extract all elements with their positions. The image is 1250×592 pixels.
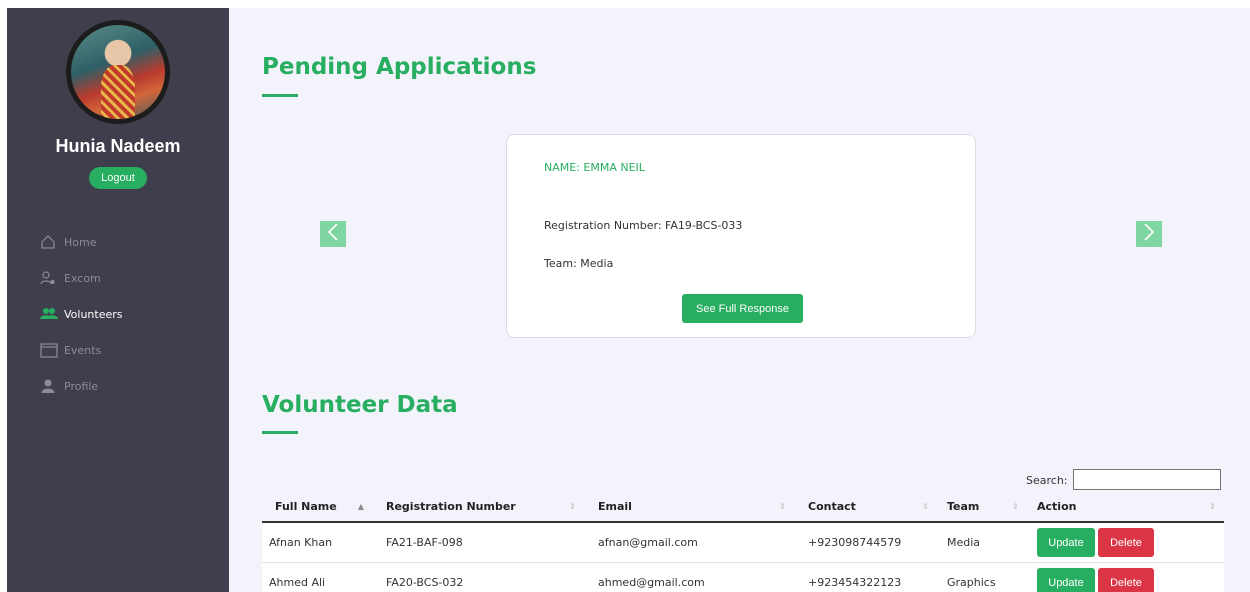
- cell-email: ahmed@gmail.com: [598, 576, 705, 589]
- title-underline: [262, 94, 298, 97]
- sidebar-item-label: Home: [64, 235, 97, 249]
- user-name: Hunia Nadeem: [55, 136, 181, 156]
- delete-button[interactable]: Delete: [1098, 568, 1154, 592]
- sort-icon: ⇕: [1209, 502, 1216, 511]
- sidebar-item-label: Excom: [64, 271, 101, 285]
- cell-team: Graphics: [947, 576, 996, 589]
- search-input[interactable]: [1073, 469, 1221, 490]
- logout-button[interactable]: Logout: [89, 167, 147, 189]
- cell-email: afnan@gmail.com: [598, 536, 698, 549]
- volunteer-data-title: Volunteer Data: [262, 392, 458, 418]
- cell-team: Media: [947, 536, 981, 549]
- sidebar-item-volunteers[interactable]: Volunteers: [40, 296, 123, 332]
- main-content: Pending Applications NAME: EMMA NEIL Reg…: [229, 8, 1250, 592]
- volunteer-table: Full Name ▲ Registration Number ⇕ Email …: [262, 492, 1224, 592]
- column-team[interactable]: Team ⇕: [937, 491, 1027, 522]
- chevron-left-icon: [326, 222, 340, 247]
- cell-action: Update Delete: [1027, 568, 1224, 592]
- cell-full-name: Afnan Khan: [269, 536, 333, 549]
- cell-registration-number: FA21-BAF-098: [386, 536, 463, 549]
- column-email[interactable]: Email ⇕: [584, 491, 794, 522]
- carousel-next-button[interactable]: [1136, 221, 1162, 247]
- sidebar-item-home[interactable]: Home: [40, 224, 123, 260]
- sidebar-item-label: Profile: [64, 379, 99, 393]
- chevron-right-icon: [1142, 222, 1156, 247]
- see-full-response-button[interactable]: See Full Response: [682, 294, 803, 323]
- column-full-name[interactable]: Full Name ▲: [262, 491, 372, 522]
- group-icon: [40, 306, 58, 322]
- sidebar-item-events[interactable]: Events: [40, 332, 123, 368]
- cell-contact: +923454322123: [808, 576, 902, 589]
- sidebar: Hunia Nadeem Logout Home Excom Volunteer…: [7, 8, 229, 592]
- sidebar-nav: Home Excom Volunteers Events Profile: [40, 224, 123, 404]
- column-contact[interactable]: Contact ⇕: [794, 491, 937, 522]
- table-row: Ahmed Ali FA20-BCS-032 ahmed@gmail.com +…: [262, 563, 1224, 592]
- avatar: [66, 20, 170, 124]
- title-underline: [262, 431, 298, 434]
- table-header: Full Name ▲ Registration Number ⇕ Email …: [262, 492, 1224, 523]
- sidebar-item-profile[interactable]: Profile: [40, 368, 123, 404]
- sidebar-item-excom[interactable]: Excom: [40, 260, 123, 296]
- calendar-icon: [40, 342, 58, 358]
- sort-icon: ⇕: [569, 502, 576, 511]
- pending-applications-title: Pending Applications: [262, 54, 537, 80]
- sort-icon: ⇕: [1012, 502, 1019, 511]
- users-gear-icon: [40, 270, 58, 286]
- sort-icon: ⇕: [779, 502, 786, 511]
- table-row: Afnan Khan FA21-BAF-098 afnan@gmail.com …: [262, 523, 1224, 563]
- top-border: [0, 0, 1250, 8]
- delete-button[interactable]: Delete: [1098, 528, 1154, 557]
- sort-icon: ⇕: [922, 502, 929, 511]
- column-registration-number[interactable]: Registration Number ⇕: [372, 491, 584, 522]
- application-card: NAME: EMMA NEIL Registration Number: FA1…: [506, 134, 976, 338]
- user-icon: [40, 378, 58, 394]
- update-button[interactable]: Update: [1037, 568, 1095, 592]
- column-action[interactable]: Action ⇕: [1027, 491, 1224, 522]
- search-label: Search:: [1026, 474, 1068, 487]
- cell-contact: +923098744579: [808, 536, 902, 549]
- home-icon: [40, 234, 58, 250]
- cell-action: Update Delete: [1027, 528, 1224, 557]
- update-button[interactable]: Update: [1037, 528, 1095, 557]
- applicant-name: NAME: EMMA NEIL: [544, 161, 645, 174]
- cell-registration-number: FA20-BCS-032: [386, 576, 464, 589]
- applicant-registration: Registration Number: FA19-BCS-033: [544, 219, 743, 232]
- carousel-prev-button[interactable]: [320, 221, 346, 247]
- sidebar-item-label: Events: [64, 343, 102, 357]
- cell-full-name: Ahmed Ali: [269, 576, 326, 589]
- sort-asc-icon: ▲: [357, 502, 364, 511]
- sidebar-item-label: Volunteers: [64, 307, 123, 321]
- applicant-team: Team: Media: [544, 257, 614, 270]
